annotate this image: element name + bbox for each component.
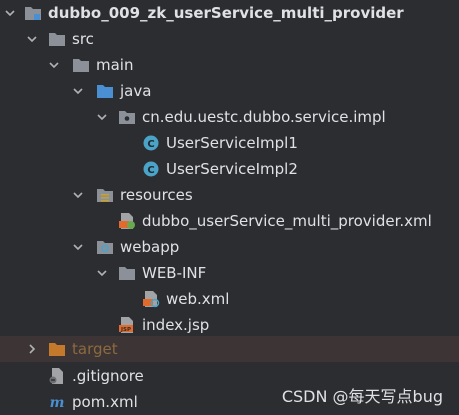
web-xml-icon	[143, 291, 160, 308]
chevron-down-icon[interactable]	[2, 5, 18, 21]
folder-label-web-inf: WEB-INF	[142, 264, 207, 282]
class-label-2: UserServiceImpl2	[166, 160, 298, 178]
excluded-folder-icon	[49, 343, 65, 356]
chevron-down-icon[interactable]	[24, 31, 40, 47]
class-label-1: UserServiceImpl1	[166, 134, 298, 152]
jsp-file-icon: JSP	[119, 317, 133, 333]
folder-label-webapp: webapp	[120, 238, 180, 256]
tree-item-class-1[interactable]: C UserServiceImpl1	[0, 130, 459, 156]
chevron-down-icon[interactable]	[46, 57, 62, 73]
package-icon	[119, 111, 135, 124]
maven-icon: m	[50, 395, 65, 411]
folder-label-src: src	[72, 30, 94, 48]
tree-item-package[interactable]: cn.edu.uestc.dubbo.service.impl	[0, 104, 459, 130]
tree-item-web-inf[interactable]: WEB-INF	[0, 260, 459, 286]
tree-item-provider-xml[interactable]: dubbo_userService_multi_provider.xml	[0, 208, 459, 234]
chevron-right-icon[interactable]	[24, 341, 40, 357]
tree-item-java[interactable]: java	[0, 78, 459, 104]
file-label-pom-xml: pom.xml	[72, 393, 138, 411]
folder-icon	[73, 59, 89, 72]
file-label-web-xml: web.xml	[166, 290, 230, 308]
web-folder-icon	[97, 241, 113, 254]
file-label-provider-xml: dubbo_userService_multi_provider.xml	[142, 212, 432, 230]
watermark: CSDN @每天写点bug	[281, 387, 443, 406]
folder-icon	[119, 267, 135, 280]
folder-label-target: target	[72, 340, 118, 358]
module-folder-icon	[25, 7, 41, 20]
class-icon: C	[143, 135, 159, 151]
chevron-down-icon[interactable]	[94, 109, 110, 125]
tree-item-web-xml[interactable]: web.xml	[0, 286, 459, 312]
svg-text:m: m	[50, 395, 65, 411]
folder-label-main: main	[96, 56, 134, 74]
folder-icon	[49, 33, 65, 46]
chevron-down-icon[interactable]	[70, 83, 86, 99]
tree-item-main[interactable]: main	[0, 52, 459, 78]
spring-xml-icon	[119, 213, 135, 229]
tree-item-webapp[interactable]: webapp	[0, 234, 459, 260]
svg-text:JSP: JSP	[120, 327, 131, 333]
source-folder-icon	[97, 85, 113, 98]
class-icon: C	[143, 161, 159, 177]
tree-item-class-2[interactable]: C UserServiceImpl2	[0, 156, 459, 182]
file-label-index-jsp: index.jsp	[142, 316, 210, 334]
resources-folder-icon	[97, 189, 113, 202]
file-label-gitignore: .gitignore	[72, 367, 144, 385]
svg-text:C: C	[147, 139, 154, 150]
project-name: dubbo_009_zk_userService_multi_provider	[48, 4, 404, 22]
chevron-down-icon[interactable]	[94, 265, 110, 281]
tree-item-src[interactable]: src	[0, 26, 459, 52]
tree-item-resources[interactable]: resources	[0, 182, 459, 208]
folder-label-java: java	[120, 82, 152, 100]
tree-item-target[interactable]: target	[0, 336, 459, 362]
chevron-down-icon[interactable]	[70, 239, 86, 255]
package-label: cn.edu.uestc.dubbo.service.impl	[142, 108, 386, 126]
gitignore-file-icon	[49, 368, 63, 384]
svg-text:C: C	[147, 165, 154, 176]
folder-label-resources: resources	[120, 186, 193, 204]
chevron-down-icon[interactable]	[70, 187, 86, 203]
tree-item-project[interactable]: dubbo_009_zk_userService_multi_provider	[0, 0, 459, 26]
tree-item-index-jsp[interactable]: JSP index.jsp	[0, 312, 459, 338]
